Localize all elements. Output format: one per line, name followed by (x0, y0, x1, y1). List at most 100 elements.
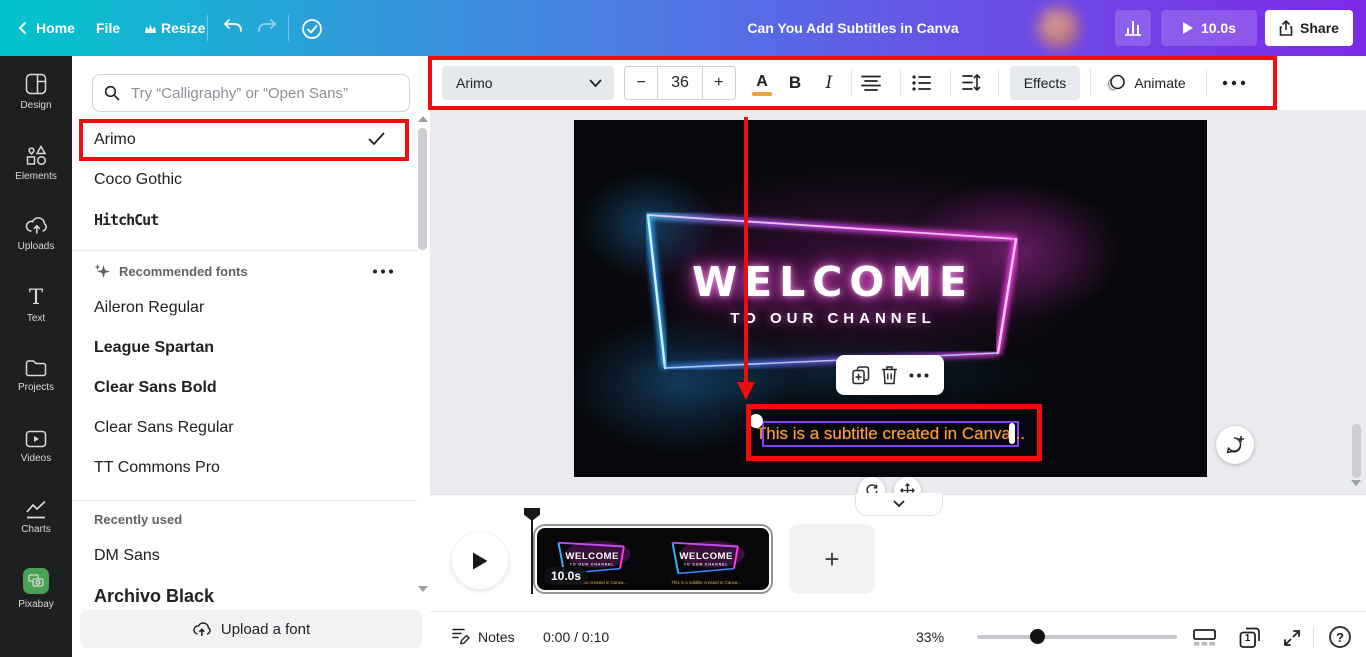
sidebar-item-projects[interactable]: Projects (0, 340, 72, 411)
font-option-dm-sans[interactable]: DM Sans (72, 536, 418, 576)
redo-icon[interactable] (256, 18, 278, 38)
canvas-scrollbar[interactable] (1352, 424, 1361, 478)
design-title[interactable]: Can You Add Subtitles in Canva (703, 20, 1003, 36)
cloud-saved-icon (300, 17, 324, 41)
font-option-arimo[interactable]: Arimo (72, 120, 418, 160)
divider (1090, 69, 1091, 97)
folder-icon (25, 358, 47, 377)
panel-scrollbar[interactable] (418, 128, 427, 250)
sidebar-item-text[interactable]: T Text (0, 269, 72, 340)
font-size-stepper: − 36 + (624, 66, 736, 100)
element-more-icon[interactable] (909, 373, 929, 378)
font-option-coco-gothic[interactable]: Coco Gothic (72, 160, 418, 200)
scroll-down-arrow[interactable] (418, 586, 428, 592)
font-option-hitchcut[interactable]: HitchCut (72, 200, 418, 240)
textbox-resize-handle[interactable] (749, 414, 763, 428)
top-bar: Home File Resize Can You Add Subtitles i… (0, 0, 1366, 56)
play-icon (471, 551, 489, 571)
play-duration-button[interactable]: 10.0s (1161, 10, 1257, 46)
sidebar-item-pixabay[interactable]: Pixabay (0, 553, 72, 624)
file-menu[interactable]: File (96, 20, 120, 36)
svg-text:WELCOME: WELCOME (679, 551, 733, 562)
clip-thumbnails: WELCOME TO OUR CHANNEL This is a subtitl… (537, 528, 769, 590)
animate-button[interactable]: Animate (1100, 66, 1192, 100)
font-option-league-spartan[interactable]: League Spartan (72, 328, 418, 368)
canvas-scroll-down-arrow[interactable] (1351, 480, 1361, 486)
sidebar-item-uploads[interactable]: Uploads (0, 198, 72, 269)
sidebar-item-elements[interactable]: Elements (0, 127, 72, 198)
resize-button[interactable]: Resize (161, 20, 205, 36)
upload-cloud-icon (192, 620, 211, 638)
check-icon (368, 132, 385, 146)
fullscreen-icon[interactable] (1283, 629, 1301, 647)
notes-icon[interactable] (452, 627, 471, 645)
recently-used-header: Recently used (94, 512, 182, 527)
pages-view-button[interactable]: 1 (1239, 627, 1261, 649)
toolbar-more-icon[interactable] (1222, 80, 1246, 86)
comment-add-icon (1225, 435, 1245, 455)
timeline-play-button[interactable] (452, 533, 508, 589)
font-option-tt-commons[interactable]: TT Commons Pro (72, 448, 418, 488)
text-cursor (1009, 423, 1015, 444)
collapse-timeline-tab[interactable] (855, 493, 943, 516)
play-icon (1182, 21, 1194, 35)
insights-button[interactable] (1115, 10, 1151, 46)
font-option-aileron[interactable]: Aileron Regular (72, 288, 418, 328)
font-family-select[interactable]: Arimo (442, 66, 614, 100)
element-toolbar (836, 355, 944, 395)
effects-button[interactable]: Effects (1010, 66, 1080, 100)
timeline-clip[interactable]: WELCOME TO OUR CHANNEL This is a subtitl… (533, 524, 773, 594)
scroll-up-arrow[interactable] (418, 116, 428, 122)
svg-text:WELCOME: WELCOME (565, 551, 619, 562)
font-option-clear-sans-regular[interactable]: Clear Sans Regular (72, 408, 418, 448)
divider (72, 500, 418, 501)
design-icon (25, 73, 47, 95)
font-search (92, 74, 410, 112)
video-icon (25, 430, 47, 448)
notes-button[interactable]: Notes (478, 629, 515, 645)
back-chevron-icon[interactable] (16, 21, 30, 35)
add-page-button[interactable]: + (789, 524, 875, 594)
font-option-clear-sans-bold[interactable]: Clear Sans Bold (72, 368, 418, 408)
text-color-button[interactable]: A (746, 66, 778, 100)
bar-chart-icon (1124, 20, 1142, 36)
font-search-input[interactable] (92, 74, 410, 112)
add-comment-button[interactable] (1216, 426, 1254, 464)
subtitle-textbox[interactable]: This is a subtitle created in Canva... (762, 421, 1019, 447)
duration-label: 10.0s (1201, 20, 1236, 36)
zoom-slider[interactable] (977, 635, 1177, 639)
help-button[interactable]: ? (1329, 626, 1351, 648)
avatar[interactable] (1037, 7, 1079, 49)
divider (1206, 69, 1207, 97)
font-size-decrease[interactable]: − (625, 67, 657, 99)
italic-button[interactable]: I (814, 66, 844, 100)
divider (1313, 627, 1314, 648)
bullet-list-icon[interactable] (912, 74, 931, 92)
upload-cloud-icon (25, 215, 48, 236)
delete-icon[interactable] (881, 365, 898, 385)
font-size-increase[interactable]: + (703, 67, 735, 99)
clip-duration-badge: 10.0s (544, 567, 588, 585)
divider (72, 250, 418, 251)
text-align-icon[interactable] (861, 75, 881, 91)
divider (900, 69, 901, 97)
annotation-arrow-head (737, 382, 755, 400)
undo-icon[interactable] (222, 18, 244, 38)
zoom-level: 33% (916, 629, 944, 645)
sidebar-item-design[interactable]: Design (0, 56, 72, 127)
upload-font-button[interactable]: Upload a font (80, 610, 422, 648)
zoom-slider-knob[interactable] (1030, 629, 1045, 644)
grid-view-icon[interactable] (1193, 629, 1216, 646)
duplicate-icon[interactable] (851, 365, 871, 385)
bold-button[interactable]: B (780, 66, 810, 100)
more-options-icon[interactable] (372, 269, 394, 274)
sidebar-item-charts[interactable]: Charts (0, 482, 72, 553)
font-size-value[interactable]: 36 (657, 67, 702, 99)
recommended-fonts-header: Recommended fonts (94, 260, 404, 282)
timeline-thumbnail: WELCOME TO OUR CHANNEL This is a subtitl… (660, 530, 760, 588)
sidebar-item-videos[interactable]: Videos (0, 411, 72, 482)
chevron-down-icon (589, 79, 602, 88)
share-button[interactable]: Share (1265, 10, 1353, 46)
line-spacing-icon[interactable] (962, 74, 981, 91)
home-button[interactable]: Home (36, 20, 75, 36)
